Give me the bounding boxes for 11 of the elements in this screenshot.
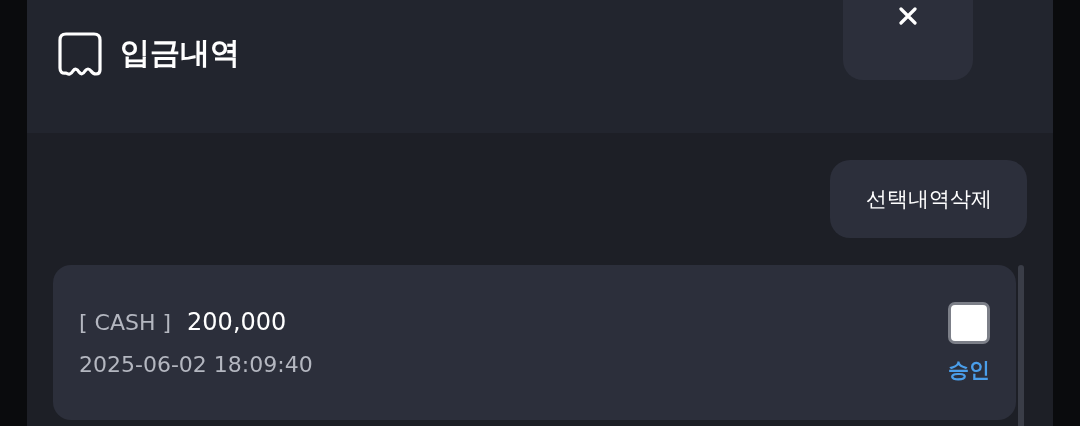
scrollbar[interactable] xyxy=(1018,265,1024,426)
receipt-icon xyxy=(58,32,102,78)
close-button[interactable] xyxy=(843,0,973,80)
entry-datetime: 2025-06-02 18:09:40 xyxy=(79,352,313,377)
modal-title: 입금내역 xyxy=(120,34,240,72)
entry-amount: 200,000 xyxy=(187,308,287,336)
status-label: 승인 xyxy=(948,356,990,384)
select-checkbox[interactable] xyxy=(948,301,990,344)
entry-type: [ CASH ] xyxy=(79,310,172,335)
delete-selected-button[interactable]: 선택내역삭제 xyxy=(830,160,1027,238)
close-icon xyxy=(899,7,917,25)
